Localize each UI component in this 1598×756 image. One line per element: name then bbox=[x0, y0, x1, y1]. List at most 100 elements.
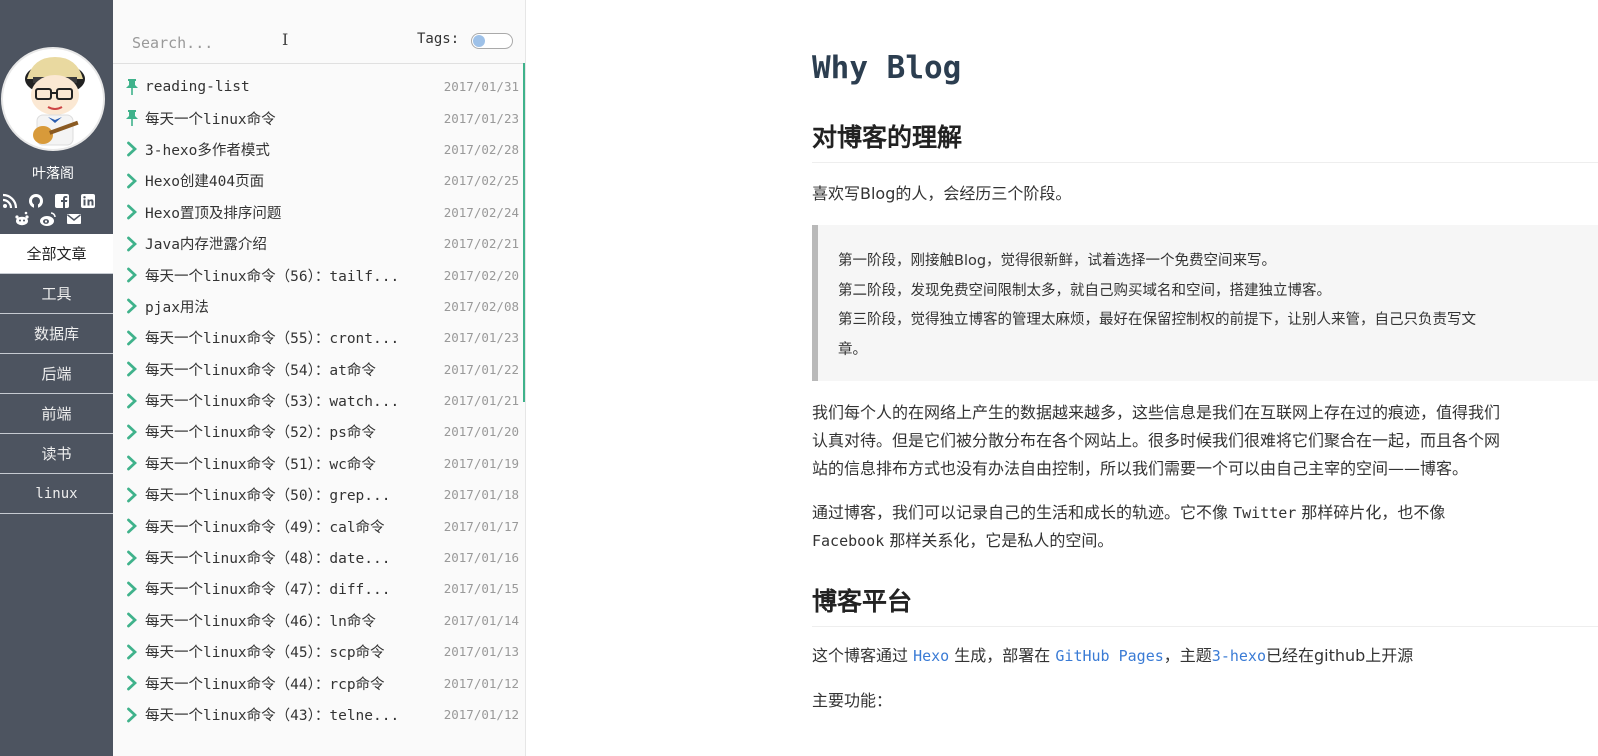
avatar-illustration bbox=[25, 57, 85, 146]
chevron-right-icon bbox=[125, 141, 139, 157]
pin-icon bbox=[125, 78, 139, 95]
post-date: 2017/02/25 bbox=[443, 173, 519, 189]
text-span: 通过博客，我们可以记录自己的生活和成长的轨迹。它不像 bbox=[812, 503, 1234, 522]
link-3-hexo[interactable]: 3-hexo bbox=[1212, 647, 1266, 665]
paragraph-line: 认真对待。但是它们被分散分布在各个网站上。很多时候我们很难将它们聚合在一起，而且… bbox=[812, 431, 1501, 450]
post-title: 每天一个linux命令（43）：telne... bbox=[145, 708, 400, 724]
chevron-right-icon bbox=[125, 361, 139, 377]
nav-item-linux[interactable]: linux bbox=[0, 474, 113, 514]
chevron-right-icon bbox=[125, 298, 139, 314]
post-title: 每天一个linux命令 bbox=[145, 111, 276, 128]
post-title: 每天一个linux命令（45）：scp命令 bbox=[145, 645, 385, 662]
post-list-item[interactable]: 每天一个linux命令（53）：watch... 2017/01/21 bbox=[113, 385, 525, 416]
post-date: 2017/02/28 bbox=[443, 141, 519, 157]
scrollbar[interactable] bbox=[523, 63, 525, 402]
post-list-item[interactable]: Java内存泄露介绍 2017/02/21 bbox=[113, 228, 525, 259]
post-title: pjax用法 bbox=[145, 299, 209, 316]
chevron-right-icon bbox=[125, 236, 139, 252]
post-list-item[interactable]: 每天一个linux命令（54）：at命令 2017/01/22 bbox=[113, 354, 525, 385]
post-list-item[interactable]: 每天一个linux命令（46）：ln命令 2017/01/14 bbox=[113, 605, 525, 636]
post-list-item[interactable]: 每天一个linux命令（55）：cront... 2017/01/23 bbox=[113, 322, 525, 353]
inline-code-twitter: Twitter bbox=[1233, 504, 1297, 522]
nav-item-backend[interactable]: 后端 bbox=[0, 354, 113, 394]
post-title: 每天一个linux命令（44）：rcp命令 bbox=[145, 676, 385, 693]
text-span: 这个博客通过 bbox=[812, 646, 914, 665]
social-row-1 bbox=[1, 192, 97, 210]
left-sidebar: 叶落阁 全部文章 工具 数据库 后端 前端 读书 linux bbox=[0, 0, 113, 756]
chevron-right-icon bbox=[125, 581, 139, 597]
paragraph-data: 我们每个人的在网络上产生的数据越来越多，这些信息是我们在互联网上存在过的痕迹，值… bbox=[812, 399, 1500, 483]
post-list-item[interactable]: 每天一个linux命令（48）：date... 2017/01/16 bbox=[113, 542, 525, 573]
post-date: 2017/01/23 bbox=[443, 110, 519, 126]
post-list-item[interactable]: Hexo创建404页面 2017/02/25 bbox=[113, 165, 525, 196]
post-list-item[interactable]: 每天一个linux命令（47）：diff... 2017/01/15 bbox=[113, 573, 525, 604]
post-list-panel: I Tags: reading-list 2017/01/31 每天一个linux命… bbox=[113, 0, 526, 756]
post-date: 2017/02/20 bbox=[443, 267, 519, 283]
post-list-item[interactable]: 每天一个linux命令（56）：tailf... 2017/02/20 bbox=[113, 259, 525, 290]
post-list-item[interactable]: 3-hexo多作者模式 2017/02/28 bbox=[113, 134, 525, 165]
post-title: Java内存泄露介绍 bbox=[145, 237, 267, 254]
email-icon[interactable] bbox=[65, 210, 83, 228]
post-list-item[interactable]: 每天一个linux命令 2017/01/23 bbox=[113, 102, 525, 133]
post-list-item[interactable]: pjax用法 2017/02/08 bbox=[113, 291, 525, 322]
paragraph-blog-purpose: 通过博客，我们可以记录自己的生活和成长的轨迹。它不像 Twitter 那样碎片化… bbox=[812, 499, 1445, 555]
tags-toggle[interactable] bbox=[471, 33, 513, 49]
quote-line: 章。 bbox=[838, 341, 867, 358]
post-title: Hexo置顶及排序问题 bbox=[145, 205, 282, 222]
post-title: 每天一个linux命令（52）：ps命令 bbox=[145, 425, 376, 442]
quote-line: 第一阶段，刚接触Blog，觉得很新鲜，试着选择一个免费空间来写。 bbox=[838, 253, 1277, 269]
link-hexo[interactable]: Hexo bbox=[913, 647, 949, 665]
chevron-right-icon bbox=[125, 330, 139, 346]
github-icon[interactable] bbox=[27, 192, 45, 210]
post-list-item[interactable]: 每天一个linux命令（44）：rcp命令 2017/01/12 bbox=[113, 667, 525, 698]
chevron-right-icon bbox=[125, 675, 139, 691]
chevron-right-icon bbox=[125, 455, 139, 471]
nav-item-tools[interactable]: 工具 bbox=[0, 274, 113, 314]
chevron-right-icon bbox=[125, 518, 139, 534]
post-date: 2017/01/14 bbox=[443, 612, 519, 628]
link-github-pages[interactable]: GitHub Pages bbox=[1055, 647, 1163, 665]
nav-item-database[interactable]: 数据库 bbox=[0, 314, 113, 354]
post-list-item[interactable]: 每天一个linux命令（49）：cal命令 2017/01/17 bbox=[113, 510, 525, 541]
post-date: 2017/02/21 bbox=[443, 236, 519, 252]
article-title: Why Blog bbox=[812, 50, 962, 86]
post-title: 每天一个linux命令（47）：diff... bbox=[145, 582, 391, 599]
chevron-right-icon bbox=[125, 707, 139, 723]
post-date: 2017/01/12 bbox=[443, 707, 519, 722]
post-title: 每天一个linux命令（48）：date... bbox=[145, 551, 391, 568]
paragraph-platform: 这个博客通过 Hexo 生成，部署在 GitHub Pages，主题3-hexo… bbox=[812, 642, 1413, 670]
post-date: 2017/01/18 bbox=[443, 487, 519, 503]
article: Why Blog 对博客的理解 喜欢写Blog的人，会经历三个阶段。 第一阶段，… bbox=[812, 0, 1598, 756]
social-row-2 bbox=[13, 210, 83, 228]
post-list-item[interactable]: 每天一个linux命令（52）：ps命令 2017/01/20 bbox=[113, 416, 525, 447]
category-nav: 全部文章 工具 数据库 后端 前端 读书 linux bbox=[0, 234, 113, 514]
post-list-item[interactable]: 每天一个linux命令（51）：wc命令 2017/01/19 bbox=[113, 448, 525, 479]
linkedin-icon[interactable] bbox=[79, 192, 97, 210]
post-list-item[interactable]: 每天一个linux命令（50）：grep... 2017/01/18 bbox=[113, 479, 525, 510]
post-date: 2017/01/16 bbox=[443, 550, 519, 566]
post-list-item[interactable]: 每天一个linux命令（43）：telne... 2017/01/12 bbox=[113, 699, 525, 730]
nav-item-frontend[interactable]: 前端 bbox=[0, 394, 113, 434]
post-title: 每天一个linux命令（54）：at命令 bbox=[145, 362, 376, 379]
nav-item-all-posts[interactable]: 全部文章 bbox=[0, 234, 113, 274]
post-list-item[interactable]: reading-list 2017/01/31 bbox=[113, 71, 525, 102]
post-date: 2017/01/13 bbox=[443, 644, 519, 660]
text-span: 已经在github上开源 bbox=[1265, 646, 1414, 665]
post-list-item[interactable]: Hexo置顶及排序问题 2017/02/24 bbox=[113, 197, 525, 228]
weibo-icon[interactable] bbox=[39, 210, 57, 228]
post-date: 2017/01/12 bbox=[443, 675, 519, 691]
facebook-icon[interactable] bbox=[53, 192, 71, 210]
search-input[interactable] bbox=[130, 31, 274, 55]
post-title: 每天一个linux命令（51）：wc命令 bbox=[145, 456, 376, 473]
post-list-item[interactable]: 每天一个linux命令（45）：scp命令 2017/01/13 bbox=[113, 636, 525, 667]
post-date: 2017/01/15 bbox=[443, 581, 519, 597]
post-title: reading-list bbox=[145, 78, 250, 95]
paragraph-line: 我们每个人的在网络上产生的数据越来越多，这些信息是我们在互联网上存在过的痕迹，值… bbox=[812, 403, 1501, 422]
nav-item-reading[interactable]: 读书 bbox=[0, 434, 113, 474]
inline-code-facebook: Facebook bbox=[812, 532, 885, 550]
chevron-right-icon bbox=[125, 550, 139, 566]
reddit-icon[interactable] bbox=[13, 210, 31, 228]
avatar[interactable] bbox=[1, 47, 105, 151]
post-title: Hexo创建404页面 bbox=[145, 174, 265, 191]
rss-icon[interactable] bbox=[1, 192, 19, 210]
